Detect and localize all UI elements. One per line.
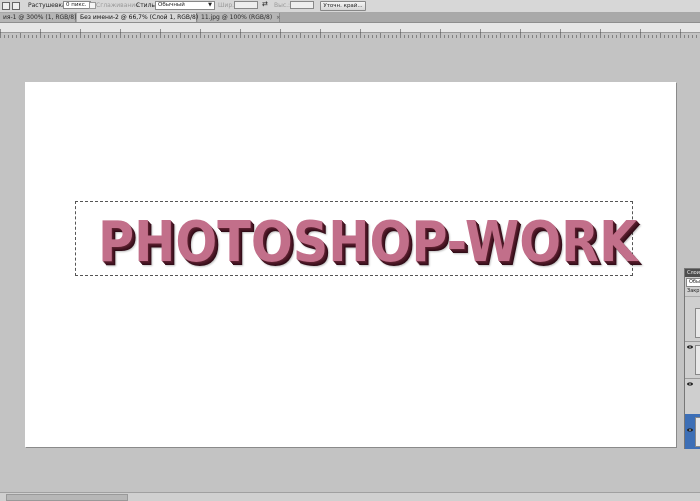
marquee-mode-icon[interactable] xyxy=(2,2,10,10)
style-select[interactable]: Обычный ▼ xyxy=(155,1,215,10)
close-icon[interactable]: × xyxy=(276,15,280,21)
chevron-down-icon: ▼ xyxy=(208,2,212,8)
canvas-text-layer[interactable]: PHOTOSHOP-WORK xyxy=(98,215,637,271)
refine-edge-button[interactable]: Уточн. край... xyxy=(320,1,366,11)
eye-icon[interactable] xyxy=(687,382,693,386)
layers-panel[interactable]: Слои Обыч Закр xyxy=(684,268,700,449)
layer-thumbnail xyxy=(695,345,700,375)
document-tab-bar: ия-1 @ 300% (1, RGB/8) *× Без имени-2 @ … xyxy=(0,13,700,23)
height-label: Выс.: xyxy=(274,2,291,9)
eye-icon[interactable] xyxy=(687,428,693,432)
antialias-checkbox[interactable] xyxy=(89,2,96,9)
ruler-ticks xyxy=(0,29,697,38)
blend-mode-select[interactable]: Обыч xyxy=(686,278,700,287)
layer-row[interactable] xyxy=(685,342,700,386)
lock-label: Закр xyxy=(685,287,700,297)
feather-input[interactable]: 0 пикс. xyxy=(63,1,91,9)
intersect-selection-icon[interactable] xyxy=(12,2,20,10)
style-label: Стиль: xyxy=(136,2,157,9)
height-input[interactable] xyxy=(290,1,314,9)
style-select-value: Обычный xyxy=(158,2,185,8)
swap-dimensions-icon[interactable]: ⇄ xyxy=(262,0,268,8)
tab-document-3[interactable]: 11.jpg @ 100% (RGB/8) × xyxy=(198,13,280,22)
tab-document-2[interactable]: Без имени-2 @ 66,7% (Слой 1, RGB/8) *× xyxy=(77,13,211,22)
width-input[interactable] xyxy=(234,1,258,9)
horizontal-ruler[interactable] xyxy=(0,23,700,38)
layer-row[interactable] xyxy=(685,305,700,349)
feather-label: Растушевка: xyxy=(28,2,68,9)
layer-thumbnail xyxy=(695,308,700,338)
layers-panel-title[interactable]: Слои xyxy=(685,269,700,277)
tab-label: 11.jpg @ 100% (RGB/8) xyxy=(201,14,273,21)
tab-label: Без имени-2 @ 66,7% (Слой 1, RGB/8) * xyxy=(80,14,204,21)
tab-document-1[interactable]: ия-1 @ 300% (1, RGB/8) *× xyxy=(0,13,90,22)
tab-label: ия-1 @ 300% (1, RGB/8) * xyxy=(3,14,82,21)
layer-row-selected[interactable] xyxy=(685,414,700,449)
layer-thumbnail xyxy=(695,417,700,447)
antialias-label: Сглаживание xyxy=(96,2,139,9)
options-bar: Растушевка: 0 пикс. Сглаживание Стиль: О… xyxy=(0,0,700,13)
